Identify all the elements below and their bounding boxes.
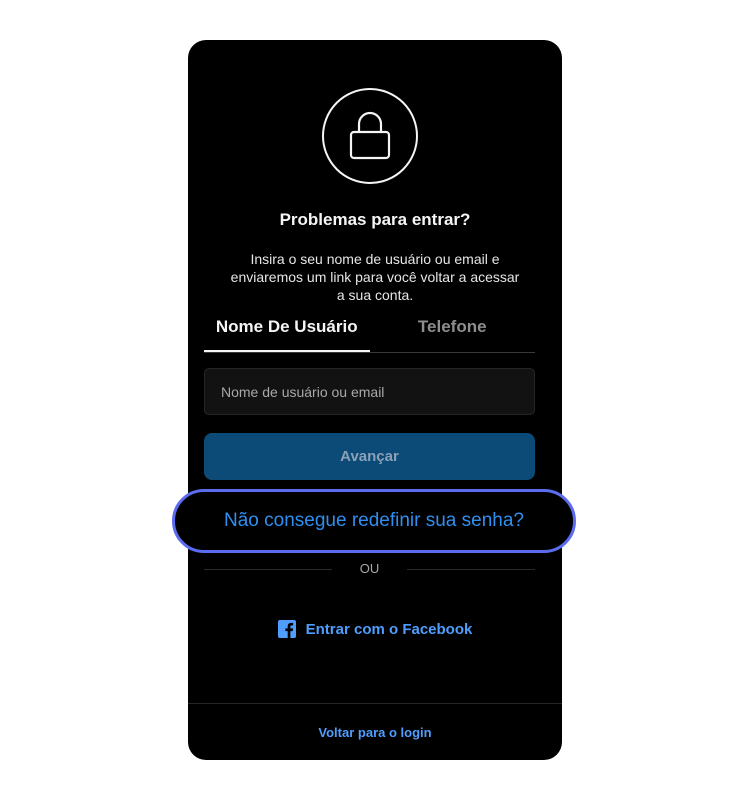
facebook-login-button[interactable]: Entrar com o Facebook bbox=[188, 620, 562, 638]
facebook-icon bbox=[277, 620, 296, 638]
tab-phone[interactable]: Telefone bbox=[370, 312, 536, 352]
reset-password-link[interactable]: Não consegue redefinir sua senha? bbox=[172, 489, 576, 553]
page-description: Insira o seu nome de usuário ou email e … bbox=[230, 251, 520, 303]
lock-icon bbox=[349, 111, 391, 160]
lock-badge bbox=[322, 88, 418, 184]
login-method-tabs: Nome De Usuário Telefone bbox=[204, 312, 535, 353]
page-title: Problemas para entrar? bbox=[279, 210, 471, 229]
back-to-login-link[interactable]: Voltar para o login bbox=[318, 725, 431, 740]
facebook-login-label: Entrar com o Facebook bbox=[305, 620, 473, 638]
stage: Problemas para entrar? Insira o seu nome… bbox=[0, 0, 750, 800]
footer: Voltar para o login bbox=[188, 703, 562, 760]
divider-line-right bbox=[407, 569, 535, 570]
username-input[interactable] bbox=[204, 368, 535, 415]
app-screen: Problemas para entrar? Insira o seu nome… bbox=[188, 40, 562, 760]
or-divider: OU bbox=[204, 560, 535, 578]
tab-username[interactable]: Nome De Usuário bbox=[204, 312, 370, 352]
next-button[interactable]: Avançar bbox=[204, 433, 535, 480]
